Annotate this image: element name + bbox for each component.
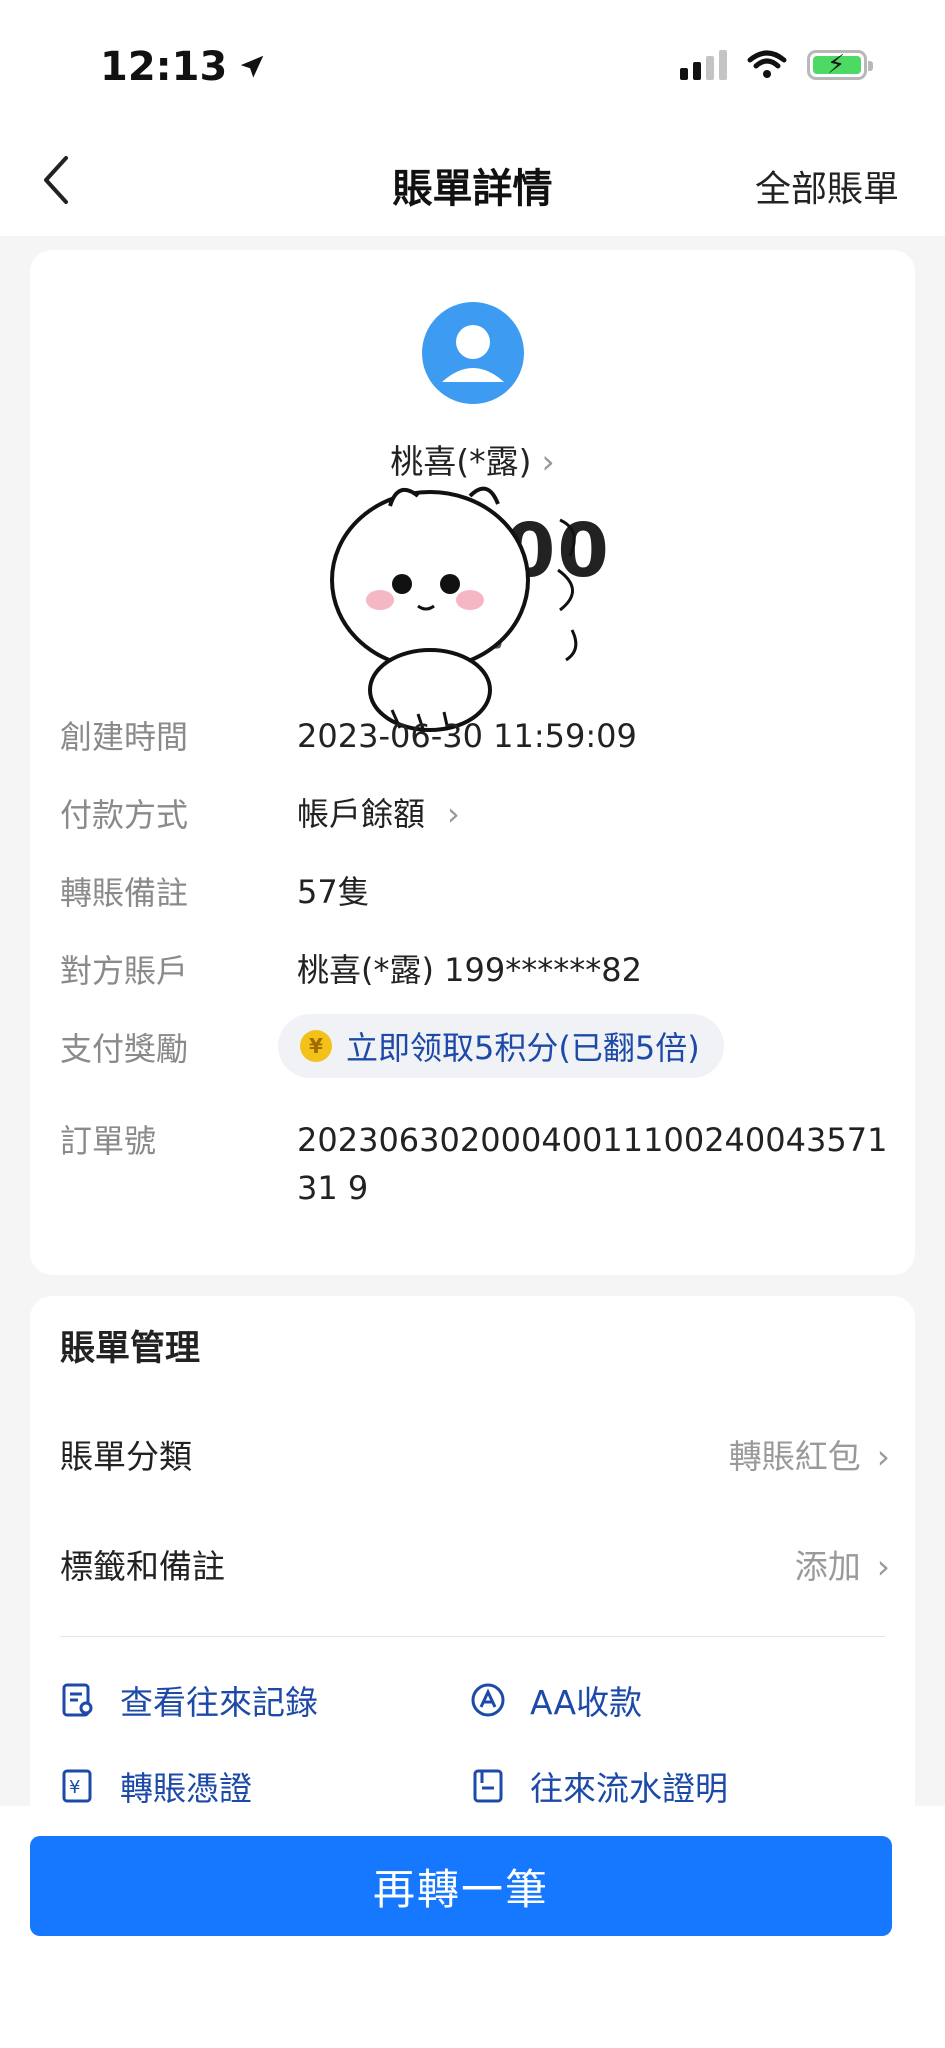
detail-value-wrap: 帳戶餘額 › (297, 790, 897, 838)
chevron-right-icon: › (876, 1547, 890, 1586)
status-time: 12:13 (100, 44, 267, 90)
detail-value: 2023063020004001110024004357131 9 (297, 1121, 888, 1207)
statement-proof-link[interactable]: 往來流水證明 (470, 1762, 728, 1810)
row-label: 賬單分類 (60, 1437, 192, 1476)
row-value: 轉賬紅包 (728, 1437, 861, 1476)
divider (60, 1636, 885, 1637)
svg-text:¥: ¥ (69, 1777, 80, 1798)
row-value: 添加 (794, 1547, 861, 1586)
bottom-bar: 再轉一筆 (0, 1806, 945, 2048)
detail-label: 對方賬戶 (60, 952, 189, 990)
view-history-link[interactable]: 查看往來記錄 (60, 1676, 318, 1724)
system-icons: ⚡ (680, 50, 873, 80)
all-bills-link[interactable]: 全部賬單 (755, 160, 899, 212)
detail-value: 桃喜(*露) 199******82 (297, 951, 642, 989)
chevron-right-icon: › (447, 795, 460, 833)
bill-category-row[interactable]: 賬單分類 轉賬紅包 › (60, 1418, 890, 1488)
sticker-character-image (330, 486, 578, 733)
coin-icon: ¥ (300, 1030, 332, 1062)
detail-label: 支付獎勵 (60, 1030, 189, 1068)
transfer-voucher-link[interactable]: ¥ 轉賬憑證 (60, 1762, 252, 1810)
detail-value: 帳戶餘額 (297, 795, 426, 833)
row-label: 標籤和備註 (60, 1547, 225, 1586)
transaction-card: 桃喜(*露)› -57.00 成功 創建時間 2023-06-30 11:59:… (30, 250, 915, 1275)
link-label: 查看往來記錄 (120, 1683, 318, 1722)
aa-collect-link[interactable]: AA收款 (470, 1676, 642, 1724)
bill-management-card: 賬單管理 賬單分類 轉賬紅包 › 標籤和備註 添加 › 查看往來記錄 AA收款 ¥ … (30, 1296, 915, 1856)
section-title: 賬單管理 (60, 1329, 201, 1369)
transfer-again-button[interactable]: 再轉一筆 (30, 1836, 892, 1936)
aa-icon (471, 1683, 505, 1717)
reward-claim-button[interactable]: ¥ 立即领取5积分(已翻5倍) (278, 1014, 724, 1078)
row-value-wrap: 轉賬紅包 › (729, 1430, 890, 1478)
nav-bar: 賬單詳情 全部賬單 (0, 120, 945, 236)
avatar[interactable] (422, 302, 524, 404)
detail-label: 創建時間 (60, 718, 189, 756)
records-icon (62, 1683, 93, 1717)
user-icon (442, 325, 504, 382)
clock: 12:13 (100, 44, 228, 90)
detail-value: 57隻 (297, 873, 370, 911)
battery-icon: ⚡ (807, 50, 873, 80)
link-label: 往來流水證明 (530, 1769, 728, 1808)
chevron-right-icon: › (876, 1437, 890, 1476)
detail-label: 付款方式 (60, 796, 189, 834)
link-label: 轉賬憑證 (120, 1769, 252, 1808)
wifi-icon (747, 50, 787, 78)
location-arrow-icon (241, 55, 264, 78)
detail-label: 訂單號 (60, 1122, 157, 1160)
yuan-document-icon: ¥ (62, 1769, 92, 1803)
document-icon (473, 1769, 503, 1803)
status-bar: 12:13 ⚡ (0, 0, 945, 120)
tags-notes-row[interactable]: 標籤和備註 添加 › (60, 1528, 890, 1598)
reward-text: 立即领取5积分(已翻5倍) (346, 1029, 700, 1067)
detail-value: 2023-06-30 11:59:09 (297, 717, 637, 755)
link-label: AA收款 (530, 1683, 643, 1722)
row-value-wrap: 添加 › (795, 1540, 890, 1588)
detail-label: 轉賬備註 (60, 874, 189, 912)
cellular-signal-icon (680, 50, 727, 80)
